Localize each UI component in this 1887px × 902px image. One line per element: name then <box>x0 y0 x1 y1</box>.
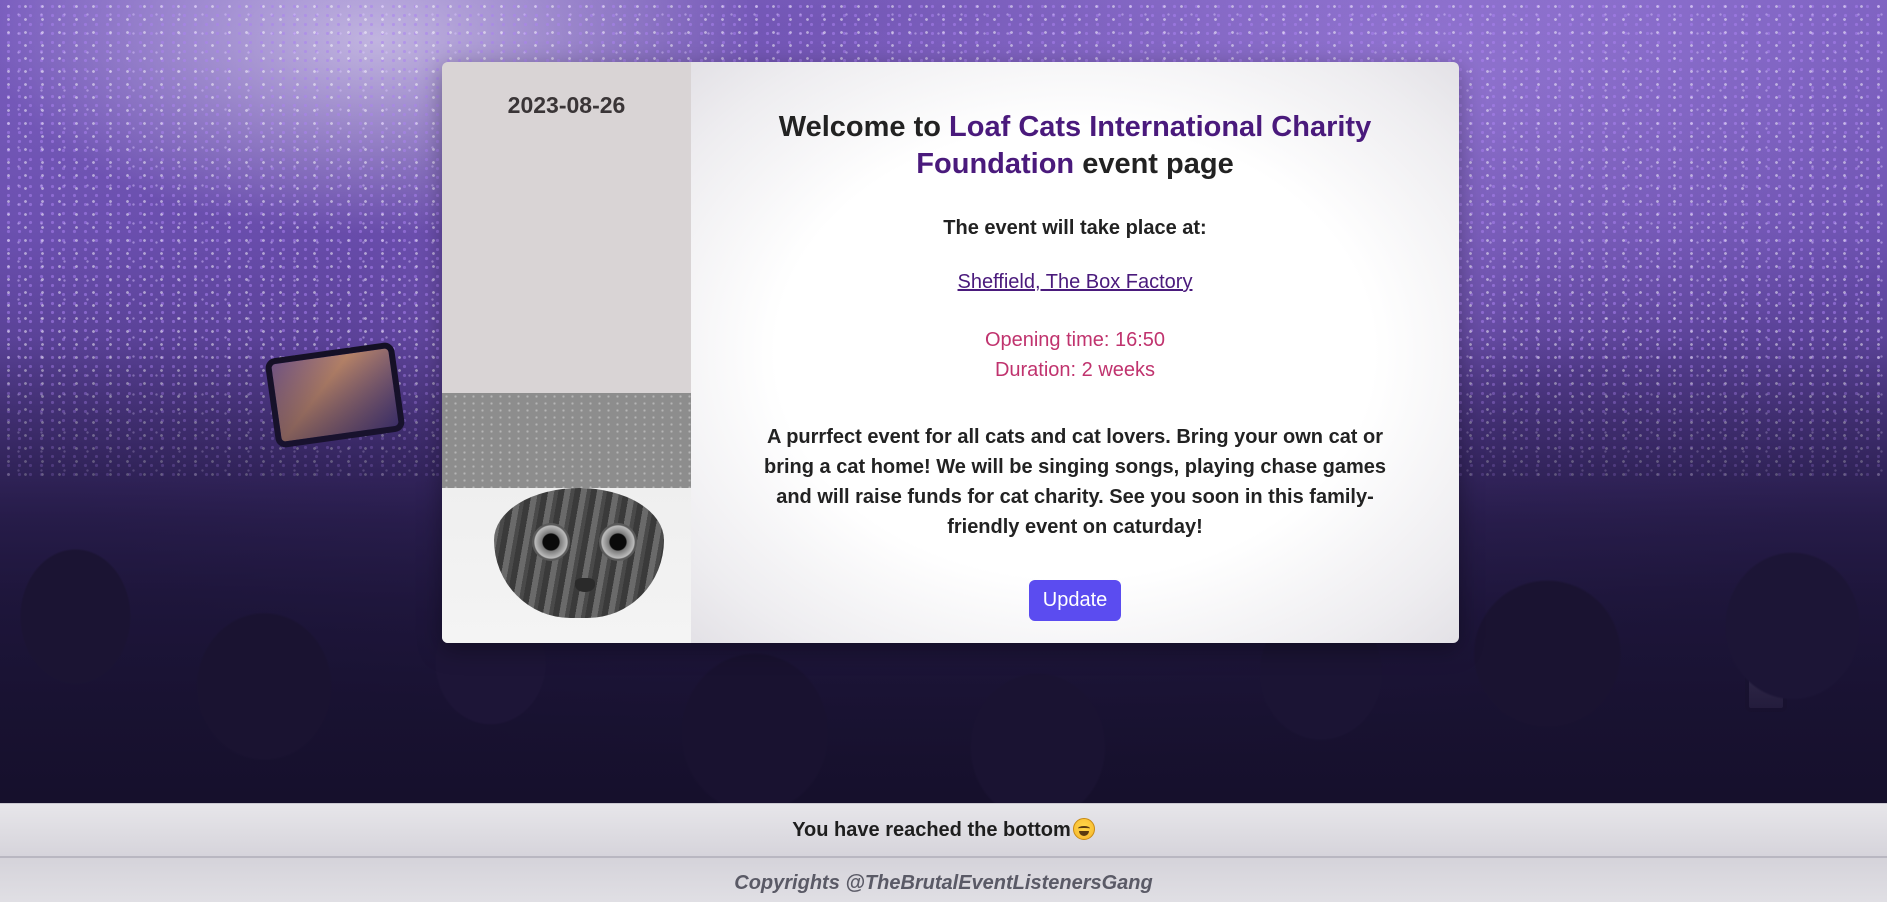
venue-label: The event will take place at: <box>943 217 1207 239</box>
welcome-prefix: Welcome to <box>778 111 941 143</box>
cat-eye <box>599 523 637 561</box>
update-button[interactable]: Update <box>1028 580 1122 621</box>
event-date: 2023-08-26 <box>507 92 626 118</box>
event-card: 2023-08-26 Welcome to Loaf Cats Internat… <box>442 62 1459 643</box>
bottom-message-bar: You have reached the bottom <box>0 803 1887 858</box>
opening-time: Opening time: 16:50 <box>984 329 1166 351</box>
venue-link[interactable]: Sheffield, The Box Factory <box>958 271 1193 294</box>
cardboard-texture <box>442 393 691 488</box>
bottom-message: You have reached the bottom <box>792 819 1071 841</box>
cat-eye <box>532 523 570 561</box>
copyright-footer: Copyrights @TheBrutalEventListenersGang <box>0 858 1887 902</box>
event-details: Welcome to Loaf Cats International Chari… <box>691 62 1459 643</box>
laughing-face-icon <box>1072 818 1095 840</box>
cat-nose <box>575 578 595 592</box>
cat-photo <box>442 393 691 643</box>
welcome-suffix: event page <box>1082 148 1234 180</box>
copyright-text: Copyrights @TheBrutalEventListenersGang <box>734 872 1153 894</box>
event-sidebar: 2023-08-26 <box>442 62 691 643</box>
event-description: A purrfect event for all cats and cat lo… <box>764 426 1386 538</box>
welcome-heading: Welcome to Loaf Cats International Chari… <box>691 109 1459 183</box>
event-times: Opening time: 16:50 Duration: 2 weeks <box>691 325 1459 385</box>
event-duration: Duration: 2 weeks <box>994 359 1156 381</box>
cat-head <box>494 488 664 618</box>
